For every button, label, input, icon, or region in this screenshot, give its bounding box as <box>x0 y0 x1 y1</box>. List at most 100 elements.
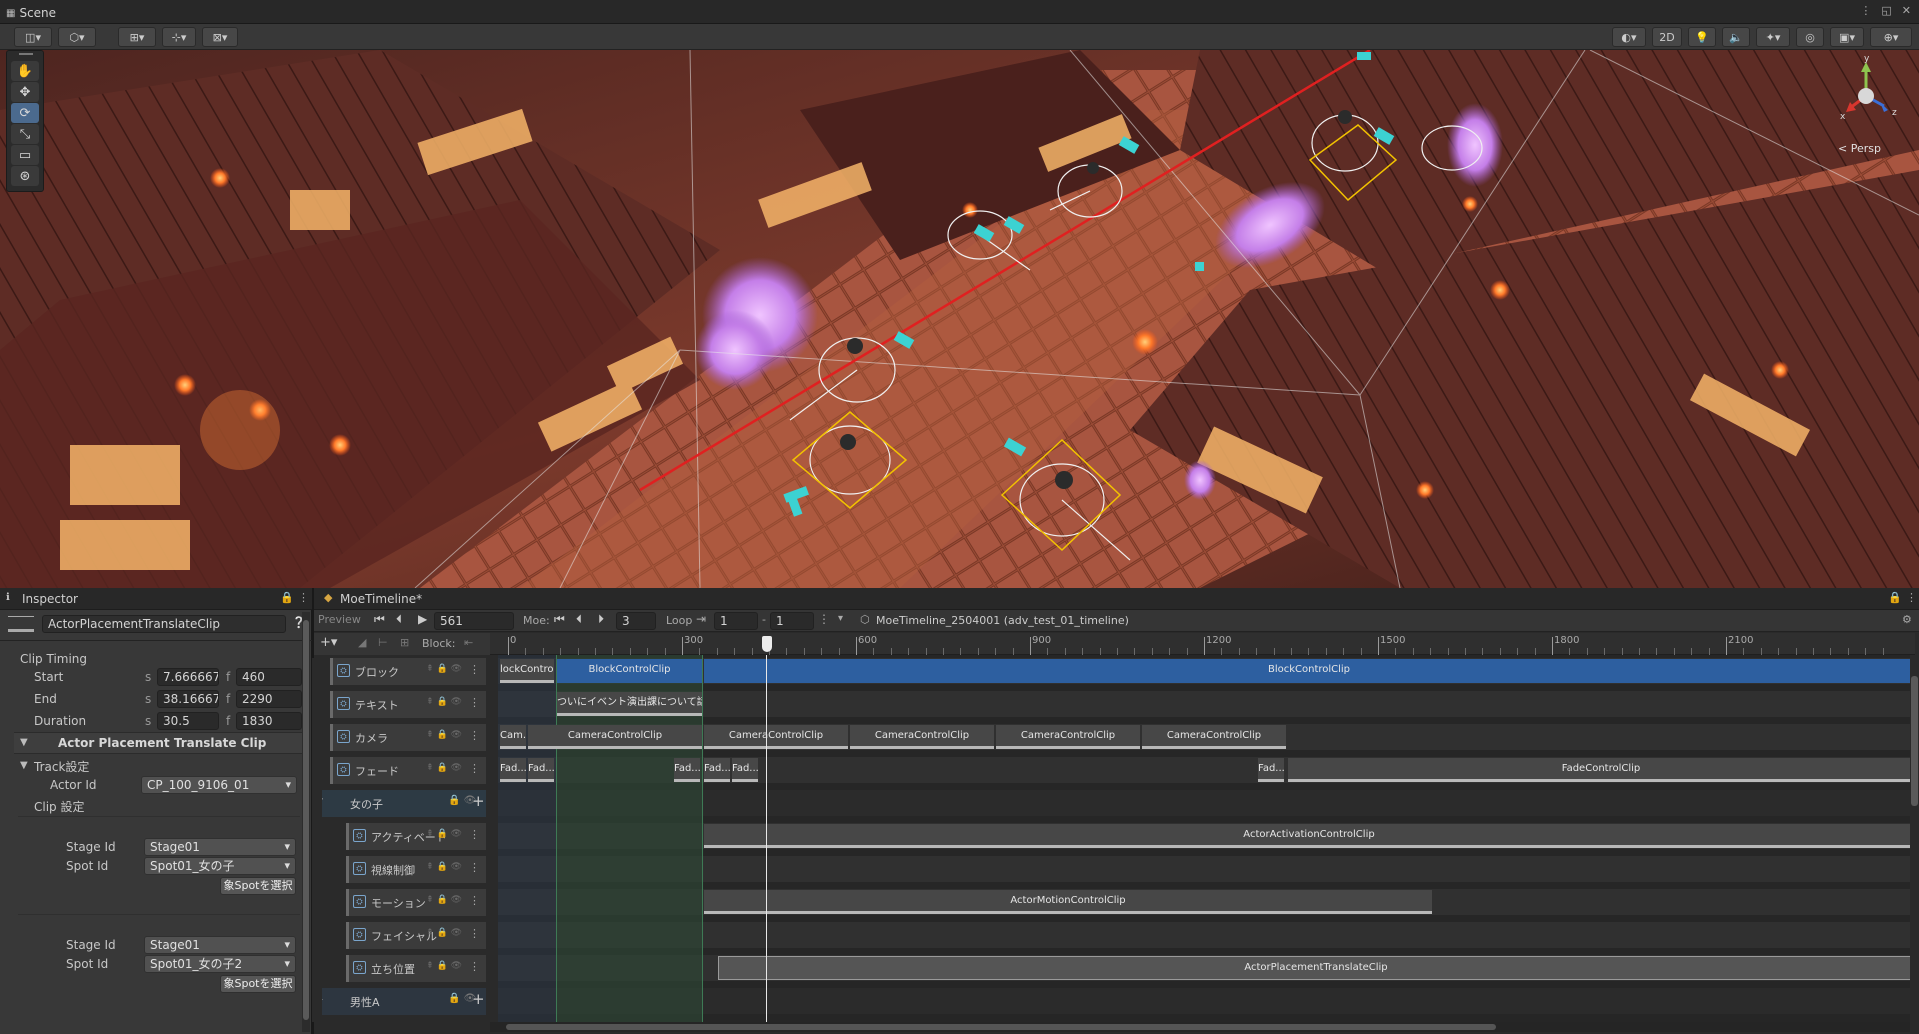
asset-dropdown-icon[interactable]: ▾ <box>838 613 843 624</box>
drag-handle[interactable] <box>19 53 33 55</box>
gizmos-dropdown[interactable]: ⊕ ▾ <box>1870 27 1912 47</box>
track-more-icon[interactable]: ⋮ <box>469 894 480 907</box>
timeline-clip[interactable]: CameraControlClip <box>528 725 702 749</box>
scale-tool[interactable]: ⤡ <box>11 124 39 144</box>
lock-icon[interactable]: 🔒 <box>280 591 294 604</box>
timeline-clip[interactable]: lockContro... <box>500 659 554 683</box>
snap-icon[interactable]: ⊢ <box>378 636 388 649</box>
track-group[interactable]: ▶男性A🔒 👁+ <box>314 988 486 1015</box>
timeline-clip[interactable]: CameraControlClip <box>1142 725 1286 749</box>
track-header[interactable]: ⛭ ブロック ⇞ 🔒 👁 ⋮ <box>330 658 486 685</box>
add-track-icon[interactable]: +▾ <box>320 635 337 650</box>
scene-tab[interactable]: ▦ Scene <box>6 4 56 22</box>
increment-dropdown[interactable]: ⊠ ▾ <box>202 27 238 47</box>
track-settings-foldout-icon[interactable]: ▼ <box>20 760 28 771</box>
spot-id-dropdown-1[interactable]: Spot01_女の子 <box>144 857 296 875</box>
snap-dropdown[interactable]: ⊞ ▾ <box>118 27 156 47</box>
rotate-tool[interactable]: ⟳ <box>11 103 39 123</box>
moe-field[interactable]: 3 <box>616 612 656 630</box>
hscroll-thumb[interactable] <box>506 1024 1496 1030</box>
timeline-clip[interactable]: Fad... <box>704 758 730 782</box>
track-more-icon[interactable]: ⋮ <box>469 861 480 874</box>
lock-icon[interactable]: 🔒 <box>1888 591 1902 604</box>
loop-from-field[interactable]: 1 <box>714 612 758 630</box>
timeline-clip[interactable]: FadeControlClip <box>1288 758 1914 782</box>
add-track-icon[interactable]: + <box>472 792 485 810</box>
projection-toggle[interactable]: < Persp <box>1838 142 1881 155</box>
render-dropdown[interactable]: ⬡ ▾ <box>58 27 96 47</box>
2d-toggle[interactable]: 2D <box>1652 27 1682 47</box>
select-spot-button-2[interactable]: 象Spotを選択 <box>220 975 296 993</box>
curve-icon[interactable]: ◢ <box>358 636 366 649</box>
timeline-tab-label[interactable]: MoeTimeline* <box>340 592 422 606</box>
timeline-clip[interactable]: ActorActivationControlClip <box>704 824 1914 848</box>
start-frames-field[interactable]: 460 <box>236 668 302 686</box>
loop-icon[interactable]: ⇥ <box>696 612 706 626</box>
end-seconds-field[interactable]: 38.16667 <box>157 690 219 708</box>
camera-dropdown[interactable]: ▣ ▾ <box>1830 27 1864 47</box>
lighting-toggle[interactable]: 💡 <box>1688 27 1716 47</box>
track-header[interactable]: ⛭ モーション ⇞ 🔒 👁 ⋮ <box>346 889 486 916</box>
hand-tool[interactable]: ✋ <box>11 61 39 81</box>
duration-frames-field[interactable]: 1830 <box>236 712 302 730</box>
component-header[interactable]: ▼ Actor Placement Translate Clip <box>14 732 306 754</box>
select-spot-button-1[interactable]: 象Spotを選択 <box>220 877 296 895</box>
track-header[interactable]: ⛭ カメラ ⇞ 🔒 👁 ⋮ <box>330 724 486 751</box>
scroll-thumb[interactable] <box>303 620 309 1020</box>
track-header[interactable]: ⛭ フェード ⇞ 🔒 👁 ⋮ <box>330 757 486 784</box>
vscroll-thumb[interactable] <box>1911 676 1918 806</box>
add-track-icon[interactable]: + <box>472 990 485 1008</box>
more-icon[interactable]: ⋮ <box>298 591 309 604</box>
transform-tool[interactable]: ⊛ <box>11 166 39 186</box>
time-ruler[interactable]: 0 300 600 900 1200 1500 1800 2100 <box>490 633 1915 655</box>
audio-toggle[interactable]: 🔈 <box>1722 27 1750 47</box>
frame-field[interactable]: 561 <box>434 612 514 630</box>
prev-frame-icon[interactable]: ⏴ <box>396 612 402 627</box>
close-icon[interactable]: ✕ <box>1902 4 1911 17</box>
settings-icon[interactable]: ⚙ <box>1902 613 1912 626</box>
lighting-dropdown[interactable]: ◐ ▾ <box>1612 27 1646 47</box>
effects-dropdown[interactable]: ✦ ▾ <box>1756 27 1790 47</box>
draw-mode-dropdown[interactable]: ◫ ▾ <box>14 27 52 47</box>
track-more-icon[interactable]: ⋮ <box>469 663 480 676</box>
timeline-clip[interactable]: BlockControlClip <box>704 659 1914 683</box>
inspector-tab-label[interactable]: Inspector <box>22 592 78 606</box>
orientation-gizmo[interactable]: y x z <box>1836 54 1916 136</box>
grid-dropdown[interactable]: ⊹ ▾ <box>162 27 196 47</box>
rect-tool[interactable]: ▭ <box>11 145 39 165</box>
track-more-icon[interactable]: ⋮ <box>469 828 480 841</box>
more-icon[interactable]: ⋮ <box>1860 4 1871 17</box>
timeline-clip[interactable]: Fad... <box>500 758 526 782</box>
first-frame-icon[interactable]: ⏮ <box>374 612 385 627</box>
track-more-icon[interactable]: ⋮ <box>469 927 480 940</box>
more-icon[interactable]: ⋮ <box>818 612 830 626</box>
duration-seconds-field[interactable]: 30.5 <box>157 712 219 730</box>
track-header[interactable]: ⛭ 立ち位置 ⇞ 🔒 👁 ⋮ <box>346 955 486 982</box>
track-more-icon[interactable]: ⋮ <box>469 762 480 775</box>
moe-prev-icon[interactable]: ⏴ <box>576 612 582 627</box>
clip-area[interactable]: lockContro...BlockControlClipBlockContro… <box>498 655 1914 1022</box>
preview-button[interactable]: Preview <box>318 613 361 626</box>
playhead-line[interactable] <box>766 655 767 1022</box>
track-more-icon[interactable]: ⋮ <box>469 960 480 973</box>
timeline-clip[interactable]: Fad... <box>732 758 758 782</box>
timeline-clip[interactable]: ActorPlacementTranslateClip <box>718 956 1914 980</box>
actor-id-dropdown[interactable]: CP_100_9106_01 <box>141 776 297 794</box>
timeline-clip[interactable]: CameraControlClip <box>996 725 1140 749</box>
ripple-icon[interactable]: ⊞ <box>400 636 409 649</box>
play-icon[interactable]: ▶ <box>418 612 427 626</box>
visibility-toggle[interactable]: ◎ <box>1796 27 1824 47</box>
moe-first-icon[interactable]: ⏮ <box>554 612 565 627</box>
moe-next-icon[interactable]: ⏵ <box>598 612 604 627</box>
end-frames-field[interactable]: 2290 <box>236 690 302 708</box>
spot-id-dropdown-2[interactable]: Spot01_女の子2 <box>144 955 296 973</box>
more-icon[interactable]: ⋮ <box>1906 591 1917 604</box>
timeline-clip[interactable]: Fad... <box>528 758 554 782</box>
loop-to-field[interactable]: 1 <box>770 612 814 630</box>
track-header[interactable]: ⛭ 視線制御 ⇞ 🔒 👁 ⋮ <box>346 856 486 883</box>
timeline-clip[interactable]: ActorMotionControlClip <box>704 890 1432 914</box>
playhead-handle[interactable] <box>762 636 772 652</box>
timeline-clip[interactable]: CameraControlClip <box>850 725 994 749</box>
start-seconds-field[interactable]: 7.666667 <box>157 668 219 686</box>
scene-viewport[interactable]: y x z < Persp <box>0 50 1919 588</box>
